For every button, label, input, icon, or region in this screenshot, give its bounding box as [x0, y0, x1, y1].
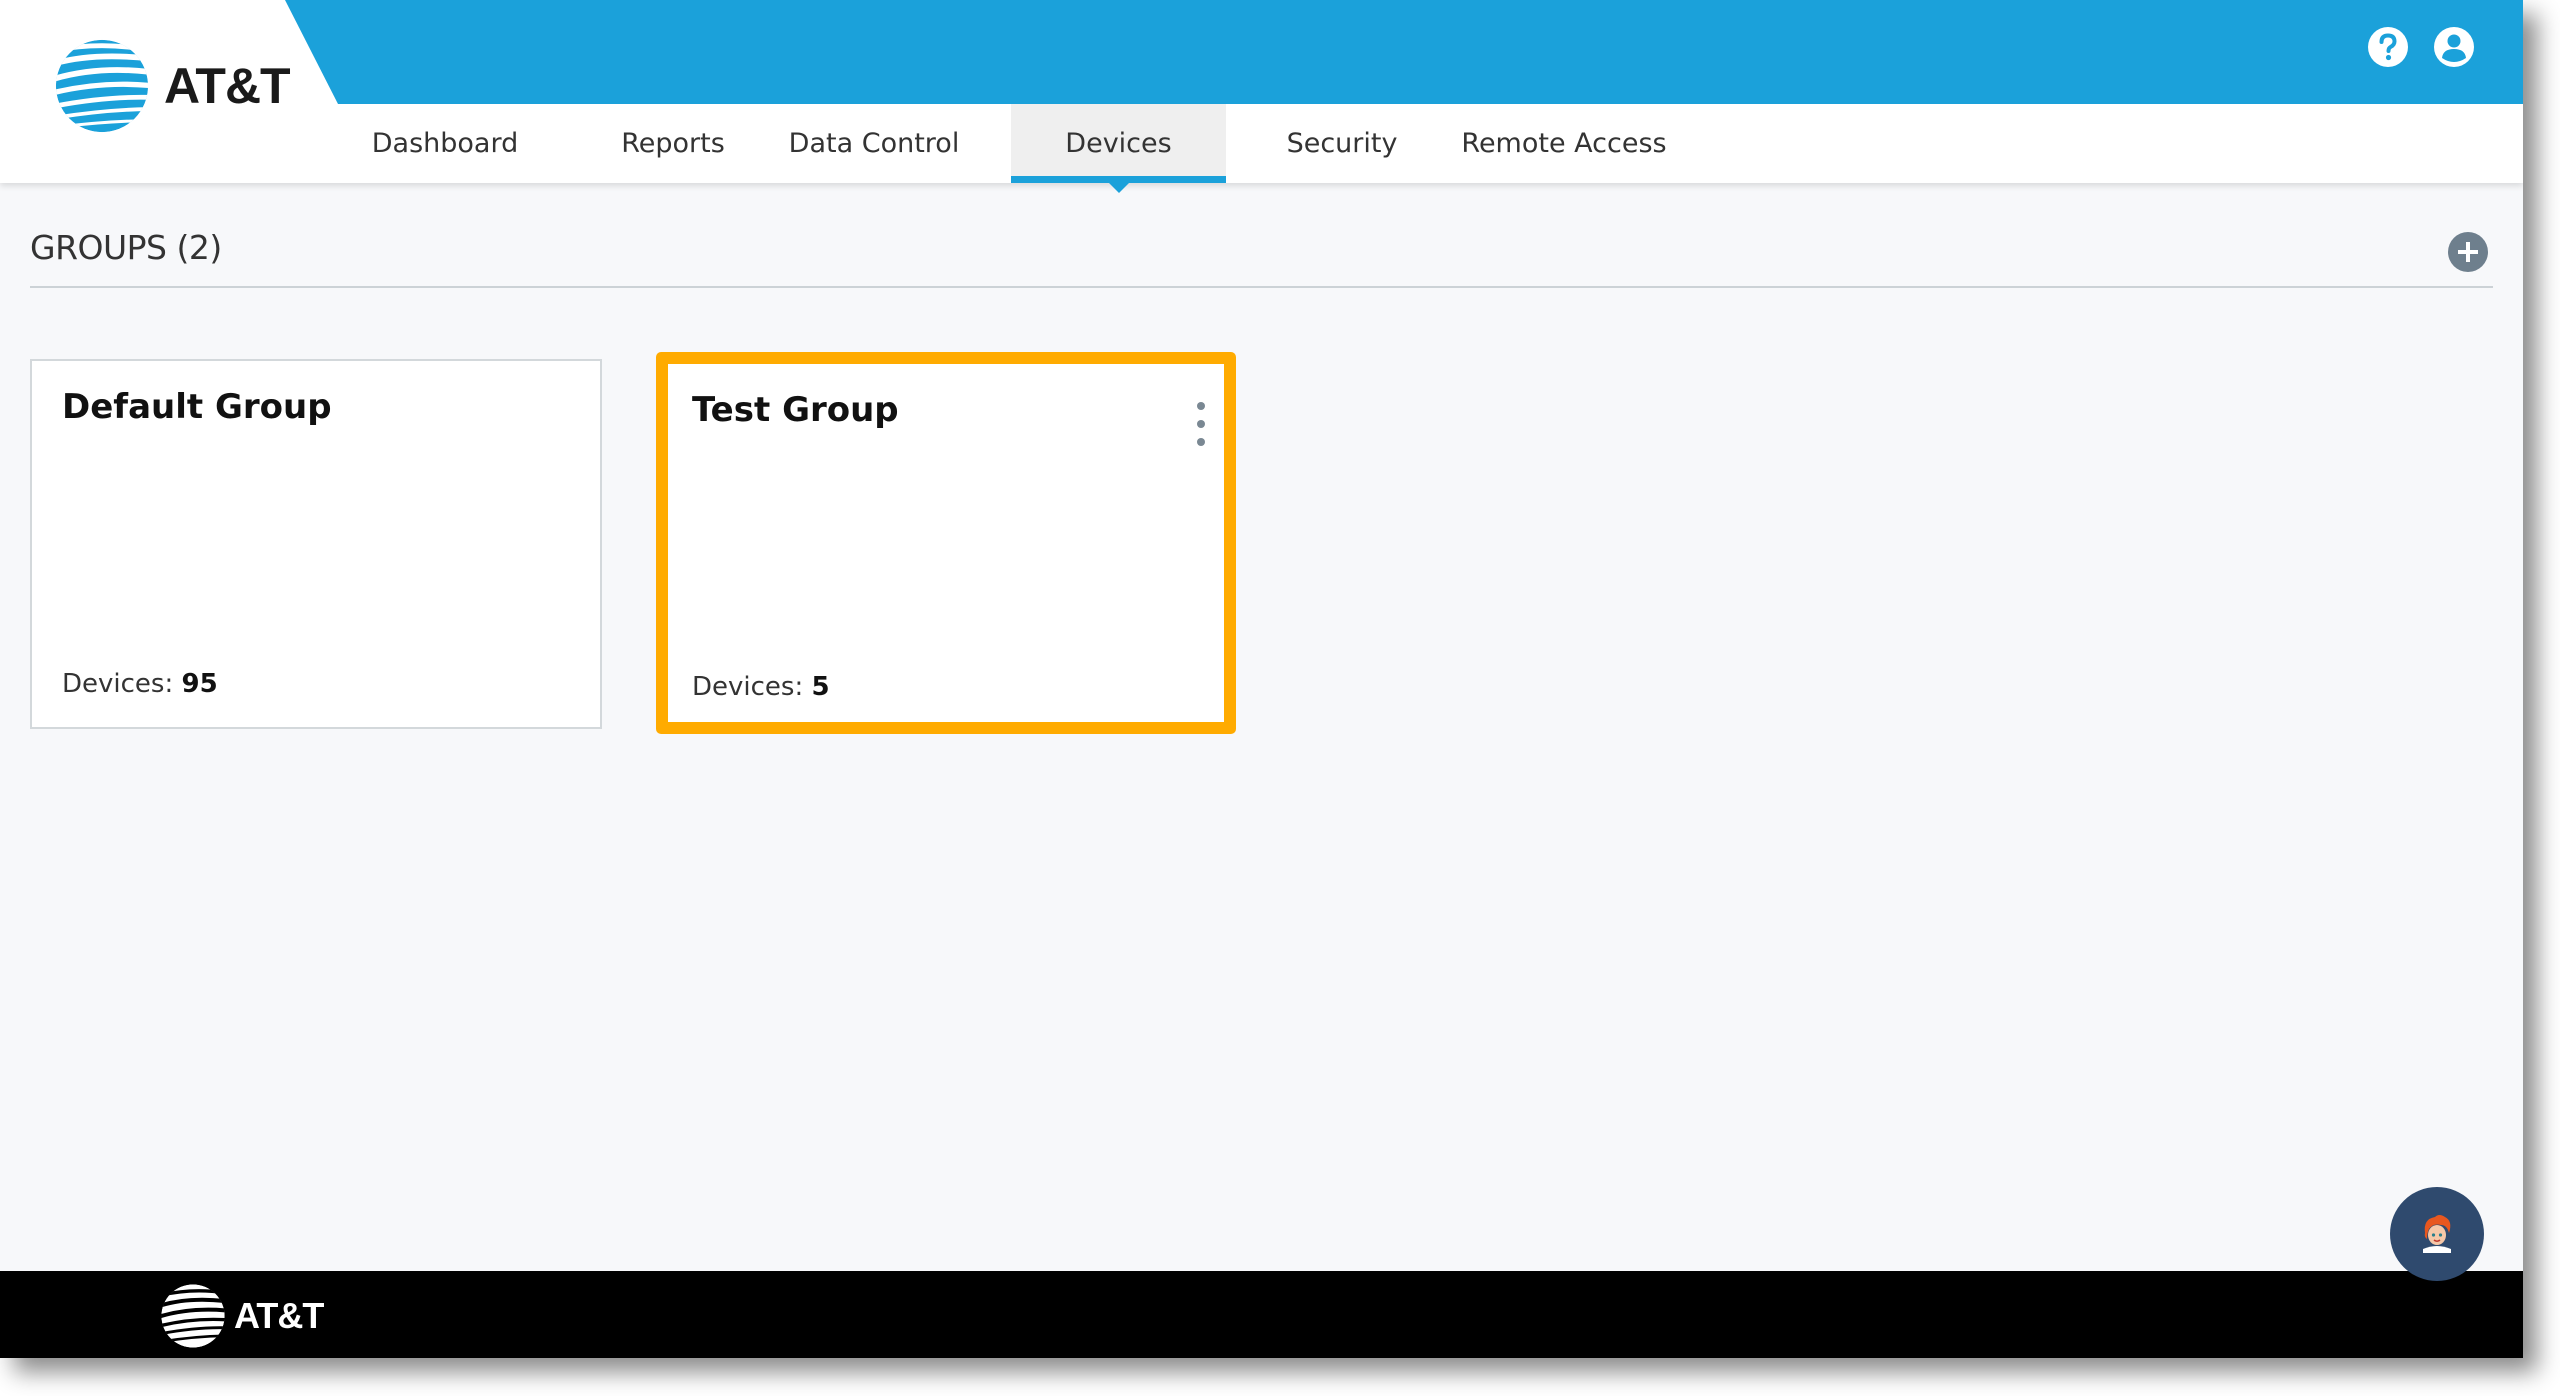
- kebab-dot: [1197, 420, 1205, 428]
- groups-heading: GROUPS (2): [30, 228, 222, 267]
- devices-label: Devices:: [692, 672, 804, 702]
- footer: AT&T: [0, 1271, 2523, 1358]
- help-icon[interactable]: [2367, 26, 2409, 68]
- header-actions: [2367, 26, 2475, 68]
- tab-data-control[interactable]: Data Control: [764, 104, 984, 183]
- kebab-dot: [1197, 402, 1205, 410]
- kebab-dot: [1197, 438, 1205, 446]
- group-card-test[interactable]: Test Group Devices: 5: [656, 352, 1236, 734]
- tab-security[interactable]: Security: [1247, 104, 1437, 183]
- main-nav: Dashboard Reports Data Control Devices S…: [340, 104, 1679, 193]
- groups-divider: [30, 286, 2493, 288]
- user-account-icon[interactable]: [2433, 26, 2475, 68]
- active-tab-pointer: [1108, 183, 1129, 193]
- tab-label: Data Control: [788, 128, 960, 159]
- chat-assistant-button[interactable]: [2390, 1187, 2484, 1281]
- footer-att-logo[interactable]: AT&T: [160, 1283, 324, 1349]
- app-window: AT&T Dashboard Reports Data Control Devi…: [0, 0, 2523, 1358]
- group-name: Default Group: [62, 387, 332, 427]
- footer-brand-name: AT&T: [234, 1295, 324, 1336]
- group-name: Test Group: [692, 390, 899, 430]
- top-header: AT&T Dashboard Reports Data Control Devi…: [0, 0, 2523, 193]
- tab-label: Remote Access: [1461, 128, 1667, 159]
- devices-count-value: 5: [811, 672, 830, 702]
- tab-label: Devices: [1065, 128, 1172, 159]
- devices-label: Devices:: [62, 669, 174, 699]
- devices-count-value: 95: [181, 669, 218, 699]
- add-group-button[interactable]: [2448, 232, 2488, 272]
- att-globe-icon: [55, 39, 149, 133]
- tab-devices[interactable]: Devices: [1011, 104, 1226, 193]
- tab-remote-access[interactable]: Remote Access: [1449, 104, 1679, 183]
- tab-dashboard[interactable]: Dashboard: [340, 104, 550, 183]
- chat-assistant-avatar-icon: [2423, 1215, 2451, 1253]
- tab-label: Security: [1286, 128, 1398, 159]
- att-globe-icon: [161, 1284, 225, 1348]
- group-device-count: Devices: 95: [62, 669, 218, 699]
- brand-name: AT&T: [164, 58, 291, 114]
- header-blue-band: [285, 0, 2523, 104]
- group-card-default[interactable]: Default Group Devices: 95: [30, 359, 602, 729]
- tab-label: Dashboard: [371, 128, 519, 159]
- att-logo[interactable]: AT&T: [54, 38, 291, 134]
- group-device-count: Devices: 5: [692, 672, 830, 702]
- more-options-icon[interactable]: [1194, 402, 1208, 446]
- tab-label: Reports: [621, 128, 725, 159]
- tab-reports[interactable]: Reports: [582, 104, 764, 183]
